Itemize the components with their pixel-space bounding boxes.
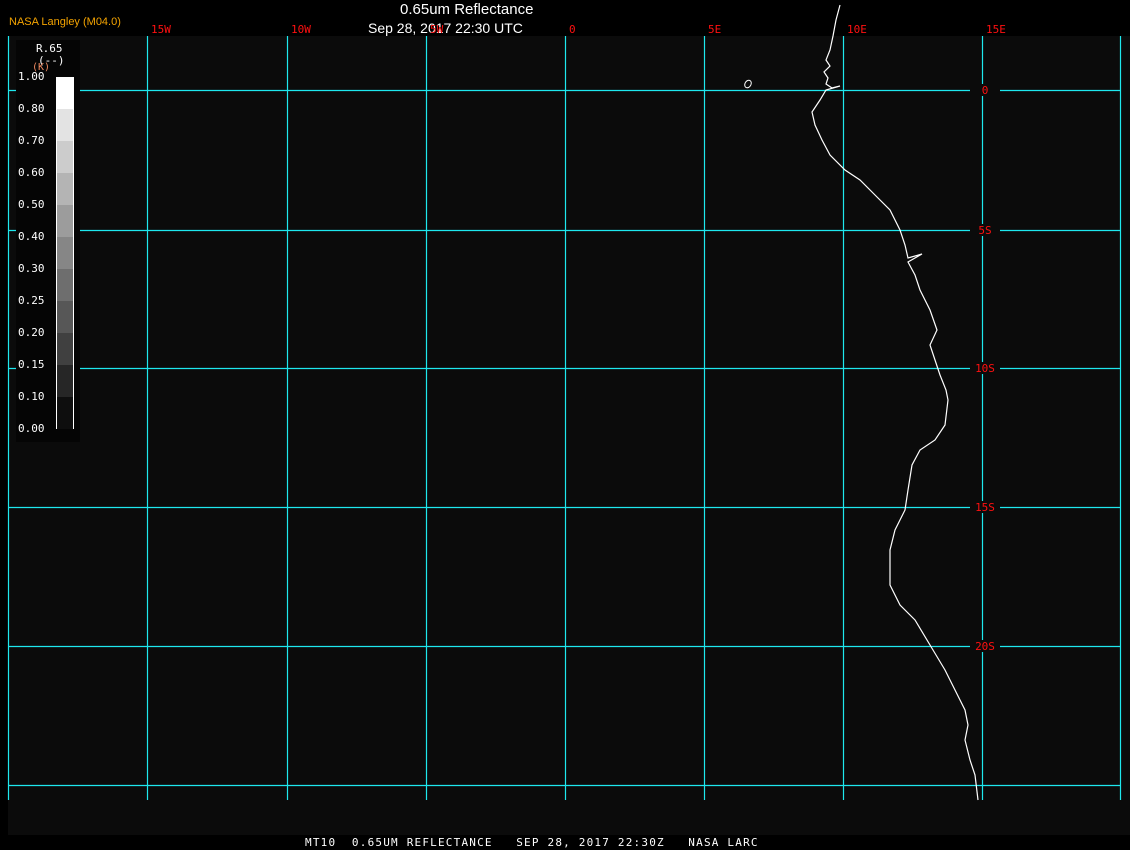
footer-bar: MT10 0.65UM REFLECTANCE SEP 28, 2017 22:… (0, 835, 1130, 850)
longitude-label: 10W (291, 23, 311, 36)
latitude-label: 20S (975, 640, 995, 653)
legend-swatch (57, 301, 73, 333)
legend-swatch (57, 141, 73, 173)
longitude-label: 15E (986, 23, 1006, 36)
legend-tick: 0.25 (18, 294, 45, 307)
legend-swatch (57, 205, 73, 237)
color-legend: R.65 (--) (K) 1.00 0.80 0.70 0.60 0.50 0.40 0.… (16, 40, 80, 442)
legend-tick: 0.40 (18, 230, 45, 243)
longitude-label: 15W (151, 23, 171, 36)
legend-swatch (57, 365, 73, 397)
legend-tick: 0.70 (18, 134, 45, 147)
longitude-label: 10E (847, 23, 867, 36)
latitude-label: 10S (975, 362, 995, 375)
coastline (811, 4, 979, 801)
legend-tick: 0.20 (18, 326, 45, 339)
legend-swatch (57, 173, 73, 205)
legend-tick: 1.00 (18, 70, 45, 83)
legend-swatch (57, 109, 73, 141)
map-grid: 15W 10W 5W 0 5E 10E 15E 0 5S 10S 15S 20S (7, 4, 1122, 801)
latitude-label: 5S (978, 224, 991, 237)
legend-tick: 0.50 (18, 198, 45, 211)
legend-swatch (57, 77, 73, 109)
longitude-label: 5W (430, 23, 444, 36)
latitude-label: 0 (982, 84, 989, 97)
legend-swatch (57, 333, 73, 365)
legend-colorbar (56, 77, 74, 429)
longitude-label: 0 (569, 23, 576, 36)
legend-swatch (57, 397, 73, 429)
legend-tick: 0.15 (18, 358, 45, 371)
legend-swatch (57, 237, 73, 269)
legend-tick: 0.10 (18, 390, 45, 403)
legend-tick: 0.60 (18, 166, 45, 179)
longitude-label: 5E (708, 23, 721, 36)
latitude-label: 15S (975, 501, 995, 514)
footer-caption: MT10 0.65UM REFLECTANCE SEP 28, 2017 22:… (305, 836, 759, 849)
legend-tick: 0.80 (18, 102, 45, 115)
island-outline (744, 79, 752, 89)
legend-tick: 0.30 (18, 262, 45, 275)
legend-tick: 0.00 (18, 422, 45, 435)
legend-swatch (57, 269, 73, 301)
